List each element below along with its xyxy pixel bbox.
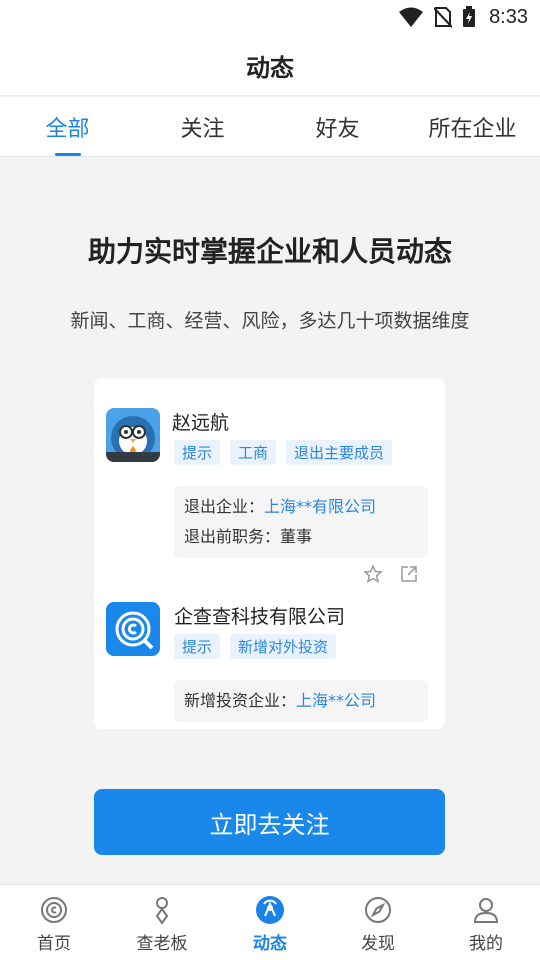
tab-bar: 全部 关注 好友 所在企业 — [0, 97, 540, 157]
company-avatar — [106, 602, 160, 656]
tab-my-company[interactable]: 所在企业 — [405, 97, 540, 156]
nav-boss[interactable]: 查老板 — [108, 885, 216, 960]
info-box: 新增投资企业：上海**公司 — [174, 680, 428, 722]
profile-icon — [473, 898, 499, 923]
company-logo-icon — [106, 602, 160, 656]
info-label: 退出企业： — [184, 497, 265, 516]
battery-charging-icon — [463, 6, 475, 27]
no-sim-icon — [434, 7, 452, 28]
person-avatar — [106, 408, 160, 462]
tag-row: 提示 新增对外投资 — [174, 634, 337, 659]
active-tab-indicator — [54, 153, 81, 156]
tab-all[interactable]: 全部 — [0, 97, 135, 156]
nav-label: 我的 — [469, 934, 503, 954]
tab-following[interactable]: 关注 — [135, 97, 270, 156]
nav-discover[interactable]: 发现 — [324, 885, 432, 960]
info-box: 退出企业：上海**有限公司 退出前职务：董事 — [174, 486, 428, 558]
home-logo-icon — [41, 897, 67, 923]
app-bar: 动态 — [0, 36, 540, 96]
tab-label: 关注 — [180, 116, 225, 142]
status-icons — [398, 6, 476, 28]
info-label: 退出前职务： — [184, 527, 281, 546]
news-feed-icon — [256, 896, 284, 924]
boss-icon — [155, 897, 169, 925]
info-row: 退出企业：上海**有限公司 — [184, 492, 418, 522]
tag-hint: 提示 — [174, 634, 221, 659]
promo-headline: 助力实时掌握企业和人员动态 — [87, 235, 452, 268]
nav-feed[interactable]: 动态 — [216, 885, 324, 960]
nav-home[interactable]: 首页 — [0, 885, 108, 960]
person-name: 赵远航 — [172, 412, 230, 434]
status-bar: 8:33 — [0, 0, 540, 36]
card-actions — [363, 564, 419, 584]
tab-label: 好友 — [315, 116, 360, 142]
info-value: 董事 — [280, 527, 313, 546]
bottom-nav: 首页 查老板 动态 发现 我的 — [0, 884, 540, 960]
tab-label: 所在企业 — [428, 116, 517, 142]
nav-mine[interactable]: 我的 — [432, 885, 540, 960]
share-icon[interactable] — [399, 564, 419, 584]
info-label: 新增投资企业： — [184, 691, 297, 710]
info-row: 新增投资企业：上海**公司 — [184, 686, 418, 716]
star-icon[interactable] — [363, 564, 383, 584]
follow-now-button[interactable]: 立即去关注 — [94, 789, 445, 855]
tag-member-exit: 退出主要成员 — [286, 440, 393, 465]
tag-business: 工商 — [230, 440, 277, 465]
nav-label: 首页 — [37, 934, 71, 954]
tab-friends[interactable]: 好友 — [270, 97, 405, 156]
tag-hint: 提示 — [174, 440, 221, 465]
tab-label: 全部 — [45, 116, 90, 142]
tag-row: 提示 工商 退出主要成员 — [174, 440, 393, 465]
nav-label: 发现 — [361, 934, 395, 954]
company-name: 企查查科技有限公司 — [174, 606, 346, 628]
sample-feed-card: 赵远航 提示 工商 退出主要成员 退出企业：上海**有限公司 退出前职务：董事 … — [94, 378, 445, 729]
company-link[interactable]: 上海**公司 — [296, 691, 376, 710]
tag-new-investment: 新增对外投资 — [230, 634, 337, 659]
page-title: 动态 — [246, 54, 294, 82]
wifi-icon — [399, 7, 423, 27]
nav-label: 查老板 — [136, 934, 188, 954]
nav-label: 动态 — [253, 934, 287, 954]
company-link[interactable]: 上海**有限公司 — [264, 497, 376, 516]
promo-subline: 新闻、工商、经营、风险，多达几十项数据维度 — [70, 310, 470, 332]
info-row: 退出前职务：董事 — [184, 522, 418, 552]
compass-icon — [365, 897, 391, 923]
penguin-avatar-icon — [106, 408, 160, 462]
status-time: 8:33 — [489, 6, 528, 28]
